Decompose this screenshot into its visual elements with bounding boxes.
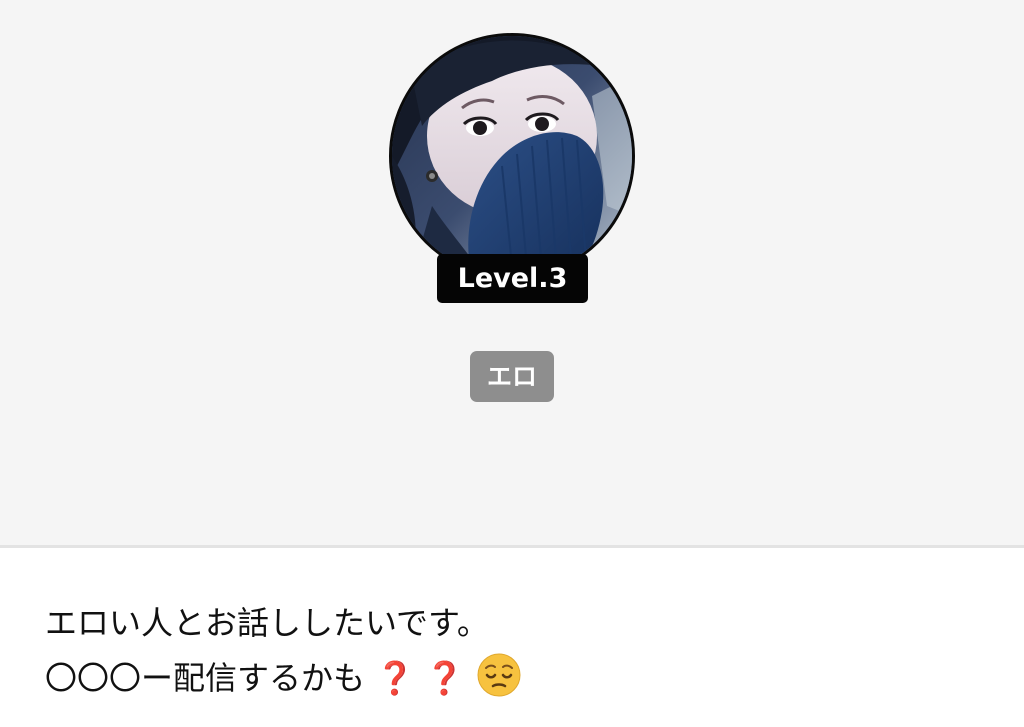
- question-mark-icon: ❓: [375, 659, 415, 697]
- bio-section: エロい人とお話ししたいです。 〇〇〇ー配信するかも ❓ ❓: [45, 596, 985, 706]
- profile-header: Level.3 エロ: [0, 0, 1024, 545]
- bio-line-2-text: 〇〇〇ー配信するかも: [45, 659, 366, 697]
- avatar-container: [389, 33, 635, 279]
- level-badge: Level.3: [437, 254, 588, 303]
- avatar-photo: [392, 36, 632, 276]
- pensive-face-icon: [477, 653, 521, 697]
- bio-line-1: エロい人とお話ししたいです。: [45, 604, 489, 642]
- bio-line-2: 〇〇〇ー配信するかも ❓ ❓: [45, 651, 985, 706]
- tag-chip[interactable]: エロ: [470, 351, 554, 402]
- question-mark-icon: ❓: [424, 659, 465, 697]
- section-divider: [0, 545, 1024, 548]
- avatar[interactable]: [389, 33, 635, 279]
